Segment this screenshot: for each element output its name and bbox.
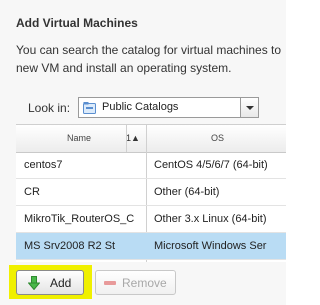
add-button[interactable]: Add	[16, 270, 84, 295]
chevron-down-icon	[246, 106, 254, 110]
add-button-label: Add	[50, 276, 72, 290]
look-in-label: Look in:	[28, 101, 71, 115]
table-row[interactable]: MikroTik_RouterOS_C Other 3.x Linux (64-…	[16, 206, 286, 233]
description: You can search the catalog for virtual m…	[16, 41, 306, 77]
header-divider	[126, 125, 127, 152]
look-in-select[interactable]: Public Catalogs	[78, 97, 259, 118]
row-name: centos7	[24, 159, 63, 171]
row-os: CentOS 4/5/6/7 (64-bit)	[154, 159, 268, 171]
add-vms-panel: Add Virtual Machines You can search the …	[0, 0, 286, 305]
minus-icon	[104, 281, 116, 285]
table-row[interactable]: centos7 CentOS 4/5/6/7 (64-bit)	[16, 152, 286, 179]
look-in-dropdown-toggle[interactable]	[240, 98, 258, 117]
remove-button-label: Remove	[122, 276, 167, 290]
grid-header: Name 1▲ OS	[16, 125, 286, 153]
row-name: MS Srv2008 R2 St	[24, 240, 116, 252]
remove-button[interactable]: Remove	[95, 270, 176, 295]
page-title: Add Virtual Machines	[16, 16, 138, 30]
row-os: Microsoft Windows Ser	[154, 240, 267, 252]
look-in-value: Public Catalogs	[102, 101, 179, 113]
column-header-os[interactable]: OS	[149, 125, 286, 152]
column-header-name[interactable]: Name	[16, 125, 142, 152]
description-line-1: You can search the catalog for virtual m…	[16, 43, 282, 57]
description-line-2: new VM and install an operating system.	[16, 61, 232, 75]
table-row[interactable]: CR Other (64-bit)	[16, 179, 286, 206]
row-name: MikroTik_RouterOS_C	[24, 213, 135, 225]
folder-icon	[83, 102, 96, 114]
arrow-down-icon	[28, 276, 40, 290]
row-name: CR	[24, 186, 40, 198]
table-row-selected[interactable]: MS Srv2008 R2 St Microsoft Windows Ser	[16, 233, 286, 260]
row-os: Other 3.x Linux (64-bit)	[154, 213, 267, 225]
row-os: Other (64-bit)	[154, 186, 220, 198]
catalog-grid: Name 1▲ OS centos7 CentOS 4/5/6/7 (64-bi…	[16, 124, 286, 262]
